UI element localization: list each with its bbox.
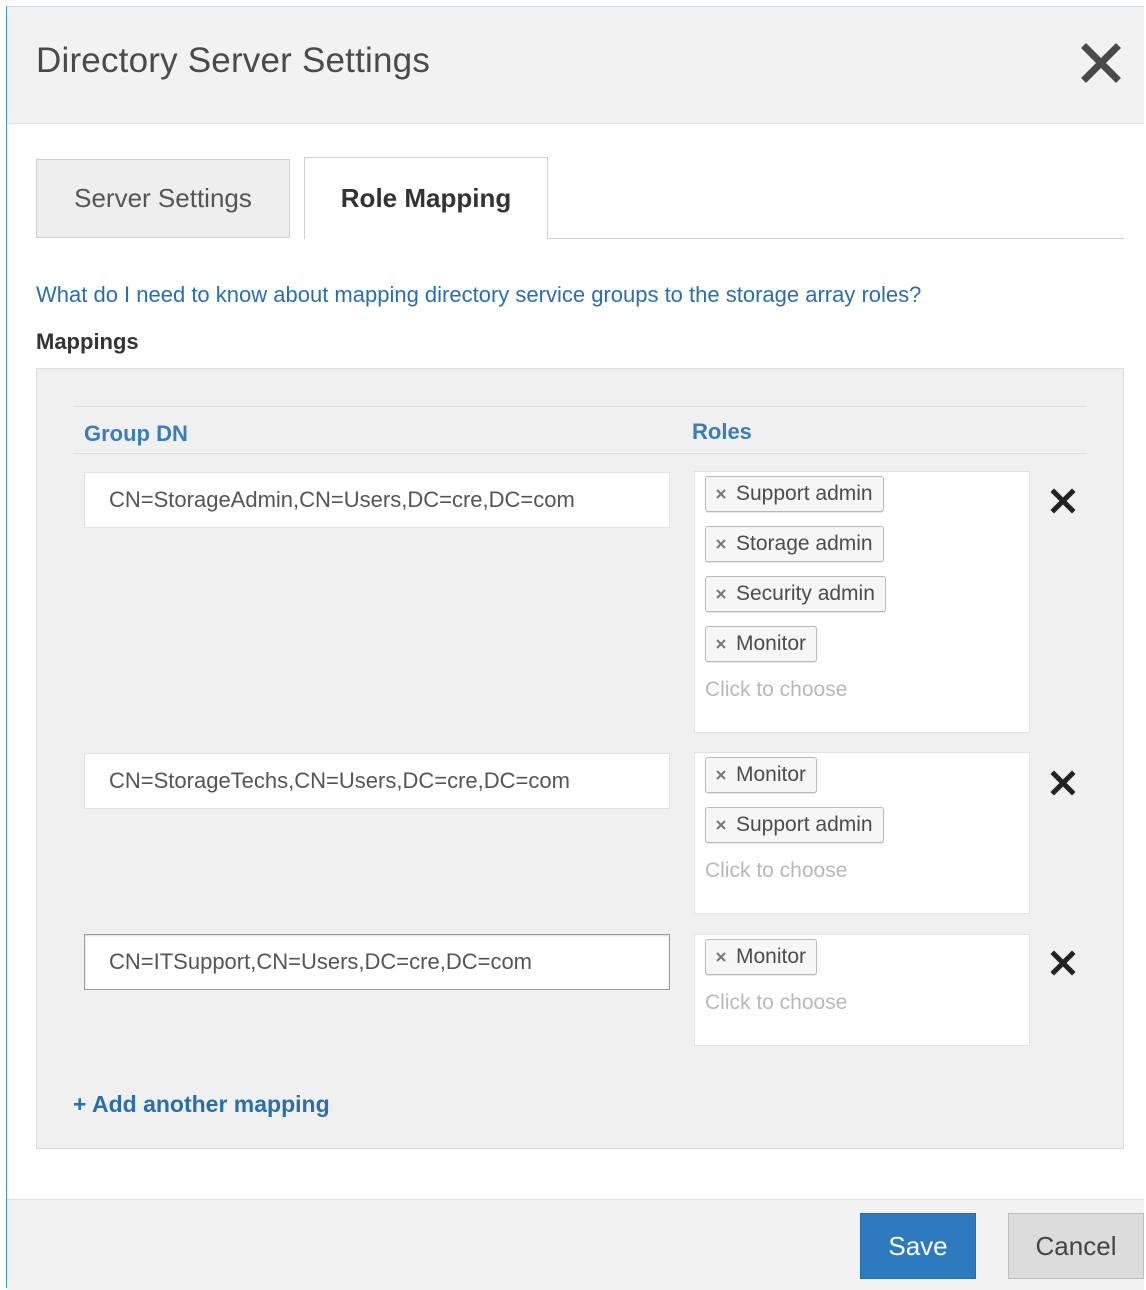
add-mapping-link[interactable]: + Add another mapping <box>73 1091 330 1118</box>
close-icon[interactable] <box>1079 41 1123 85</box>
remove-role-icon[interactable] <box>714 768 728 782</box>
role-chip-label: Support admin <box>736 813 873 836</box>
mappings-heading: Mappings <box>36 329 139 354</box>
group-dn-input[interactable] <box>84 753 670 809</box>
dialog-footer: Save Cancel <box>7 1199 1144 1290</box>
remove-role-icon[interactable] <box>714 537 728 551</box>
role-chip: Monitor <box>705 626 818 662</box>
role-chip: Monitor <box>705 757 818 793</box>
group-dn-input[interactable] <box>84 934 670 990</box>
remove-role-icon[interactable] <box>714 487 728 501</box>
divider <box>73 406 1087 407</box>
role-chip: Support admin <box>705 807 884 843</box>
remove-mapping-icon[interactable] <box>1049 949 1077 977</box>
save-button[interactable]: Save <box>860 1213 976 1279</box>
role-chip: Monitor <box>705 939 818 975</box>
dialog-title: Directory Server Settings <box>36 41 431 80</box>
role-chip-label: Security admin <box>736 582 875 605</box>
role-chip: Security admin <box>705 576 886 612</box>
group-dn-input[interactable] <box>84 472 670 528</box>
directory-server-settings-dialog: Directory Server Settings Server Setting… <box>6 6 1144 1290</box>
role-choose-placeholder[interactable]: Click to choose <box>705 991 1029 1015</box>
remove-role-icon[interactable] <box>714 818 728 832</box>
role-chip-label: Monitor <box>736 763 807 786</box>
role-chip-label: Storage admin <box>736 532 873 555</box>
remove-role-icon[interactable] <box>714 587 728 601</box>
role-chip-label: Monitor <box>736 632 807 655</box>
divider <box>73 453 1087 454</box>
role-chip-label: Monitor <box>736 945 807 968</box>
remove-role-icon[interactable] <box>714 950 728 964</box>
role-chip: Storage admin <box>705 526 884 562</box>
mappings-panel: Group DN Roles Support admin Storage adm… <box>36 368 1124 1149</box>
roles-column-header: Roles <box>692 419 752 444</box>
remove-mapping-icon[interactable] <box>1049 769 1077 797</box>
role-chip: Support admin <box>705 476 884 512</box>
tab-bar: Server Settings Role Mapping <box>36 157 1124 239</box>
cancel-button[interactable]: Cancel <box>1008 1213 1144 1279</box>
group-dn-column-header: Group DN <box>84 421 188 446</box>
help-link[interactable]: What do I need to know about mapping dir… <box>36 282 921 308</box>
roles-selector[interactable]: Support admin Storage admin Security adm… <box>694 471 1030 733</box>
role-chip-label: Support admin <box>736 482 873 505</box>
role-choose-placeholder[interactable]: Click to choose <box>705 859 1029 883</box>
roles-selector[interactable]: Monitor Support admin Click to choose <box>694 752 1030 914</box>
role-choose-placeholder[interactable]: Click to choose <box>705 678 1029 702</box>
roles-selector[interactable]: Monitor Click to choose <box>694 934 1030 1046</box>
dialog-header: Directory Server Settings <box>7 7 1144 124</box>
tab-role-mapping[interactable]: Role Mapping <box>304 157 548 239</box>
remove-mapping-icon[interactable] <box>1049 487 1077 515</box>
remove-role-icon[interactable] <box>714 637 728 651</box>
tab-server-settings[interactable]: Server Settings <box>36 159 290 238</box>
tab-divider <box>548 238 1124 239</box>
